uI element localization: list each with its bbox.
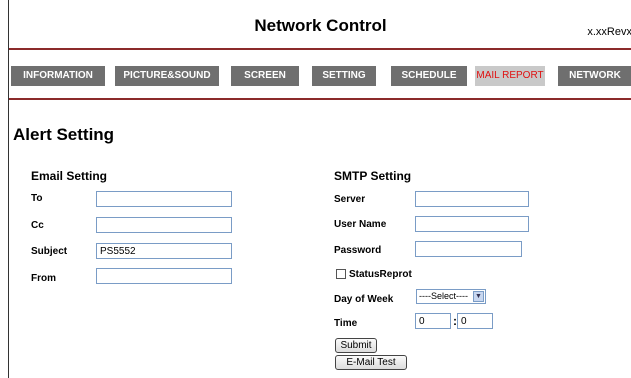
server-label: Server	[334, 194, 366, 205]
nav-divider	[9, 98, 631, 100]
day-of-week-value: ----Select----	[419, 291, 468, 301]
server-input[interactable]	[415, 191, 529, 207]
email-test-button[interactable]: E-Mail Test	[335, 355, 407, 370]
password-input[interactable]	[415, 241, 522, 257]
username-input[interactable]	[415, 216, 529, 232]
submit-button[interactable]: Submit	[335, 338, 377, 353]
time-label: Time	[334, 318, 358, 329]
subject-input[interactable]	[96, 243, 232, 259]
day-of-week-select[interactable]: ----Select---- ▼	[416, 289, 486, 304]
status-report-label: StatusReprot	[349, 269, 412, 280]
email-section-title: Email Setting	[31, 169, 108, 183]
from-input[interactable]	[96, 268, 232, 284]
to-label: To	[31, 193, 43, 204]
from-label: From	[31, 273, 56, 284]
version-label: x.xxRevx	[587, 26, 631, 38]
nav-schedule[interactable]: SCHEDULE	[391, 66, 467, 86]
page-frame: Network Control x.xxRevx INFORMATION PIC…	[8, 0, 631, 378]
username-label: User Name	[334, 219, 387, 230]
nav-mail-report[interactable]: MAIL REPORT	[475, 66, 545, 86]
page-header-title: Network Control	[254, 16, 387, 35]
cc-label: Cc	[31, 220, 44, 231]
day-of-week-label: Day of Week	[334, 294, 394, 305]
subject-label: Subject	[31, 246, 68, 257]
nav-setting[interactable]: SETTING	[312, 66, 376, 86]
time-hour-input[interactable]	[415, 313, 451, 329]
password-label: Password	[334, 245, 382, 256]
status-report-checkbox[interactable]	[336, 269, 346, 279]
nav-information[interactable]: INFORMATION	[11, 66, 105, 86]
nav-network[interactable]: NETWORK	[558, 66, 631, 86]
page-title: Alert Setting	[13, 125, 115, 144]
main-nav: INFORMATION PICTURE&SOUND SCREEN SETTING…	[9, 66, 631, 86]
header: Network Control x.xxRevx	[9, 0, 631, 50]
chevron-down-icon[interactable]: ▼	[473, 291, 484, 302]
to-input[interactable]	[96, 191, 232, 207]
nav-picture-sound[interactable]: PICTURE&SOUND	[115, 66, 219, 86]
time-minute-input[interactable]	[457, 313, 493, 329]
nav-screen[interactable]: SCREEN	[231, 66, 299, 86]
smtp-section-title: SMTP Setting	[334, 169, 412, 183]
cc-input[interactable]	[96, 217, 232, 233]
